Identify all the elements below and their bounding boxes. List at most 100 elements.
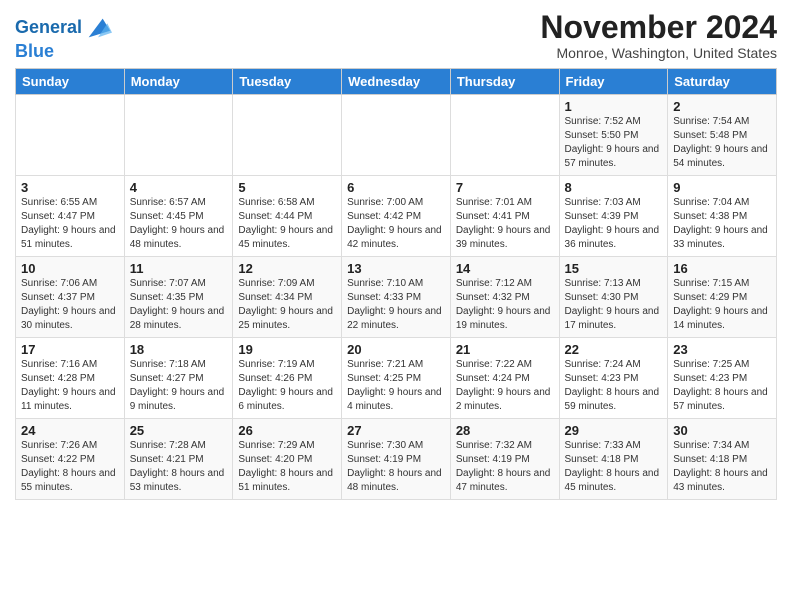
week-row-2: 3Sunrise: 6:55 AM Sunset: 4:47 PM Daylig… — [16, 176, 777, 257]
day-info: Sunrise: 7:21 AM Sunset: 4:25 PM Dayligh… — [347, 358, 445, 414]
title-area: November 2024 Monroe, Washington, United… — [540, 10, 777, 61]
calendar-cell: 7Sunrise: 7:01 AM Sunset: 4:41 PM Daylig… — [450, 176, 559, 257]
header-tuesday: Tuesday — [233, 69, 342, 95]
day-number: 21 — [456, 342, 554, 357]
day-info: Sunrise: 7:33 AM Sunset: 4:18 PM Dayligh… — [565, 439, 663, 495]
week-row-1: 1Sunrise: 7:52 AM Sunset: 5:50 PM Daylig… — [16, 95, 777, 176]
day-number: 17 — [21, 342, 119, 357]
logo-blue-text: Blue — [15, 41, 54, 61]
calendar-cell: 30Sunrise: 7:34 AM Sunset: 4:18 PM Dayli… — [668, 419, 777, 500]
day-number: 26 — [238, 423, 336, 438]
day-info: Sunrise: 7:32 AM Sunset: 4:19 PM Dayligh… — [456, 439, 554, 495]
week-row-3: 10Sunrise: 7:06 AM Sunset: 4:37 PM Dayli… — [16, 257, 777, 338]
calendar-cell: 29Sunrise: 7:33 AM Sunset: 4:18 PM Dayli… — [559, 419, 668, 500]
calendar-cell — [450, 95, 559, 176]
day-number: 10 — [21, 261, 119, 276]
day-info: Sunrise: 7:26 AM Sunset: 4:22 PM Dayligh… — [21, 439, 119, 495]
calendar-cell: 3Sunrise: 6:55 AM Sunset: 4:47 PM Daylig… — [16, 176, 125, 257]
day-info: Sunrise: 7:06 AM Sunset: 4:37 PM Dayligh… — [21, 277, 119, 333]
calendar-cell: 18Sunrise: 7:18 AM Sunset: 4:27 PM Dayli… — [124, 338, 233, 419]
day-number: 1 — [565, 99, 663, 114]
day-number: 18 — [130, 342, 228, 357]
header-wednesday: Wednesday — [342, 69, 451, 95]
calendar-cell: 1Sunrise: 7:52 AM Sunset: 5:50 PM Daylig… — [559, 95, 668, 176]
day-number: 20 — [347, 342, 445, 357]
day-number: 27 — [347, 423, 445, 438]
day-info: Sunrise: 7:01 AM Sunset: 4:41 PM Dayligh… — [456, 196, 554, 252]
calendar-cell: 12Sunrise: 7:09 AM Sunset: 4:34 PM Dayli… — [233, 257, 342, 338]
calendar-cell: 23Sunrise: 7:25 AM Sunset: 4:23 PM Dayli… — [668, 338, 777, 419]
header-sunday: Sunday — [16, 69, 125, 95]
subtitle: Monroe, Washington, United States — [540, 45, 777, 61]
calendar-cell: 15Sunrise: 7:13 AM Sunset: 4:30 PM Dayli… — [559, 257, 668, 338]
day-number: 22 — [565, 342, 663, 357]
day-info: Sunrise: 7:29 AM Sunset: 4:20 PM Dayligh… — [238, 439, 336, 495]
header-monday: Monday — [124, 69, 233, 95]
header-friday: Friday — [559, 69, 668, 95]
logo-icon — [84, 14, 112, 42]
day-number: 12 — [238, 261, 336, 276]
day-number: 25 — [130, 423, 228, 438]
calendar-cell: 22Sunrise: 7:24 AM Sunset: 4:23 PM Dayli… — [559, 338, 668, 419]
day-number: 19 — [238, 342, 336, 357]
calendar-cell: 20Sunrise: 7:21 AM Sunset: 4:25 PM Dayli… — [342, 338, 451, 419]
day-number: 8 — [565, 180, 663, 195]
calendar-cell: 16Sunrise: 7:15 AM Sunset: 4:29 PM Dayli… — [668, 257, 777, 338]
month-title: November 2024 — [540, 10, 777, 45]
day-info: Sunrise: 7:10 AM Sunset: 4:33 PM Dayligh… — [347, 277, 445, 333]
day-info: Sunrise: 7:22 AM Sunset: 4:24 PM Dayligh… — [456, 358, 554, 414]
day-number: 15 — [565, 261, 663, 276]
day-number: 28 — [456, 423, 554, 438]
day-info: Sunrise: 7:09 AM Sunset: 4:34 PM Dayligh… — [238, 277, 336, 333]
header: General Blue November 2024 Monroe, Washi… — [15, 10, 777, 62]
header-thursday: Thursday — [450, 69, 559, 95]
day-info: Sunrise: 7:12 AM Sunset: 4:32 PM Dayligh… — [456, 277, 554, 333]
calendar-cell: 10Sunrise: 7:06 AM Sunset: 4:37 PM Dayli… — [16, 257, 125, 338]
calendar-cell — [16, 95, 125, 176]
week-row-5: 24Sunrise: 7:26 AM Sunset: 4:22 PM Dayli… — [16, 419, 777, 500]
day-number: 14 — [456, 261, 554, 276]
calendar-cell: 6Sunrise: 7:00 AM Sunset: 4:42 PM Daylig… — [342, 176, 451, 257]
day-info: Sunrise: 7:07 AM Sunset: 4:35 PM Dayligh… — [130, 277, 228, 333]
calendar-table: Sunday Monday Tuesday Wednesday Thursday… — [15, 68, 777, 500]
day-number: 23 — [673, 342, 771, 357]
calendar-cell — [342, 95, 451, 176]
calendar-cell: 5Sunrise: 6:58 AM Sunset: 4:44 PM Daylig… — [233, 176, 342, 257]
main-container: General Blue November 2024 Monroe, Washi… — [0, 0, 792, 505]
calendar-cell: 26Sunrise: 7:29 AM Sunset: 4:20 PM Dayli… — [233, 419, 342, 500]
logo-text: General — [15, 18, 82, 38]
calendar-cell: 17Sunrise: 7:16 AM Sunset: 4:28 PM Dayli… — [16, 338, 125, 419]
day-info: Sunrise: 7:28 AM Sunset: 4:21 PM Dayligh… — [130, 439, 228, 495]
calendar-cell: 4Sunrise: 6:57 AM Sunset: 4:45 PM Daylig… — [124, 176, 233, 257]
day-number: 4 — [130, 180, 228, 195]
calendar-cell: 14Sunrise: 7:12 AM Sunset: 4:32 PM Dayli… — [450, 257, 559, 338]
calendar-cell: 27Sunrise: 7:30 AM Sunset: 4:19 PM Dayli… — [342, 419, 451, 500]
calendar-cell — [124, 95, 233, 176]
day-info: Sunrise: 7:30 AM Sunset: 4:19 PM Dayligh… — [347, 439, 445, 495]
day-info: Sunrise: 7:04 AM Sunset: 4:38 PM Dayligh… — [673, 196, 771, 252]
day-info: Sunrise: 7:34 AM Sunset: 4:18 PM Dayligh… — [673, 439, 771, 495]
day-number: 16 — [673, 261, 771, 276]
day-info: Sunrise: 7:19 AM Sunset: 4:26 PM Dayligh… — [238, 358, 336, 414]
day-number: 3 — [21, 180, 119, 195]
calendar-cell: 28Sunrise: 7:32 AM Sunset: 4:19 PM Dayli… — [450, 419, 559, 500]
day-info: Sunrise: 7:15 AM Sunset: 4:29 PM Dayligh… — [673, 277, 771, 333]
day-info: Sunrise: 7:03 AM Sunset: 4:39 PM Dayligh… — [565, 196, 663, 252]
calendar-cell: 8Sunrise: 7:03 AM Sunset: 4:39 PM Daylig… — [559, 176, 668, 257]
calendar-cell: 9Sunrise: 7:04 AM Sunset: 4:38 PM Daylig… — [668, 176, 777, 257]
calendar-cell — [233, 95, 342, 176]
calendar-cell: 21Sunrise: 7:22 AM Sunset: 4:24 PM Dayli… — [450, 338, 559, 419]
day-number: 7 — [456, 180, 554, 195]
weekday-header-row: Sunday Monday Tuesday Wednesday Thursday… — [16, 69, 777, 95]
day-info: Sunrise: 6:57 AM Sunset: 4:45 PM Dayligh… — [130, 196, 228, 252]
day-number: 13 — [347, 261, 445, 276]
calendar-cell: 11Sunrise: 7:07 AM Sunset: 4:35 PM Dayli… — [124, 257, 233, 338]
week-row-4: 17Sunrise: 7:16 AM Sunset: 4:28 PM Dayli… — [16, 338, 777, 419]
day-number: 30 — [673, 423, 771, 438]
day-info: Sunrise: 7:00 AM Sunset: 4:42 PM Dayligh… — [347, 196, 445, 252]
day-number: 6 — [347, 180, 445, 195]
calendar-cell: 2Sunrise: 7:54 AM Sunset: 5:48 PM Daylig… — [668, 95, 777, 176]
day-number: 5 — [238, 180, 336, 195]
day-info: Sunrise: 7:54 AM Sunset: 5:48 PM Dayligh… — [673, 115, 771, 171]
day-info: Sunrise: 7:16 AM Sunset: 4:28 PM Dayligh… — [21, 358, 119, 414]
